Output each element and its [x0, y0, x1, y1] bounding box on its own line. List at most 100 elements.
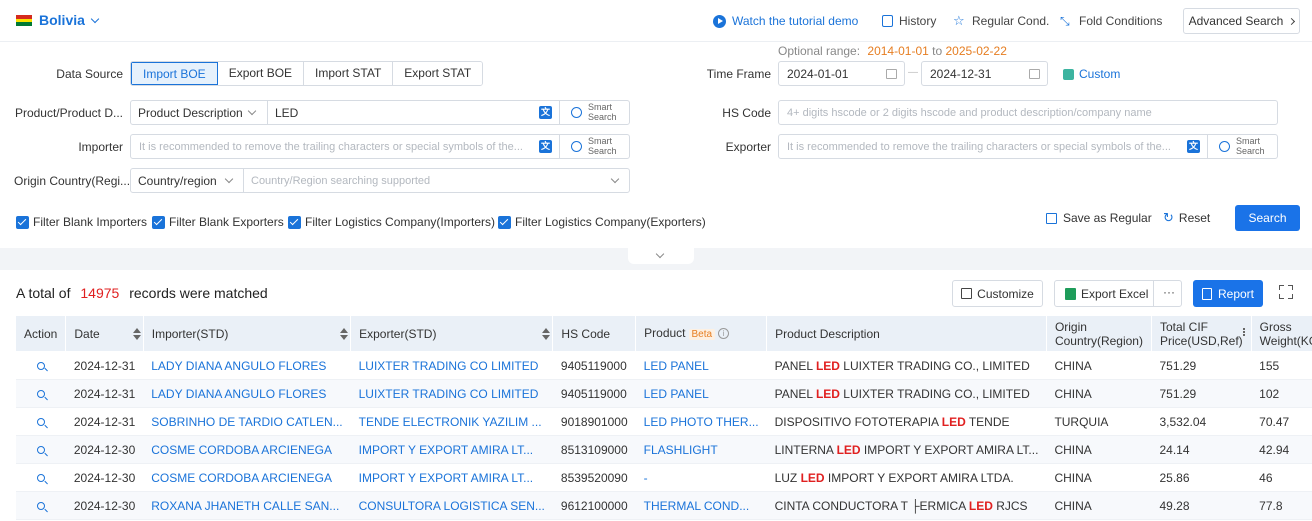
cell-total-cif: 25.86 [1151, 463, 1252, 492]
results-summary: A total of 14975 records were matched [16, 285, 268, 301]
cell-importer[interactable]: SOBRINHO DE TARDIO CATLEN... [143, 407, 351, 436]
row-view-cell [16, 379, 66, 408]
save-icon [1046, 212, 1057, 224]
bolivia-flag-icon [16, 15, 32, 26]
origin-type-select[interactable]: Country/region [131, 169, 244, 192]
col-importer[interactable]: Importer(STD) [143, 316, 352, 351]
export-excel-button[interactable]: Export Excel [1081, 287, 1148, 301]
keyword-highlight: LED [815, 387, 840, 401]
search-icon[interactable] [36, 502, 45, 510]
search-icon[interactable] [36, 418, 45, 426]
cell-description: LINTERNA LED IMPORT Y EXPORT AMIRA LT... [766, 435, 1047, 464]
importer-input[interactable]: It is recommended to remove the trailing… [139, 141, 534, 153]
search-icon [1219, 141, 1230, 152]
importer-label: Importer [78, 140, 123, 154]
advanced-search-button[interactable]: Advanced Search [1183, 8, 1300, 34]
filter-logistics-exporters-checkbox[interactable]: Filter Logistics Company(Exporters) [498, 215, 706, 229]
smart-search-button[interactable]: Smart Search [1236, 136, 1265, 156]
table-row: 2024-12-31 LADY DIANA ANGULO FLORES LUIXTE… [16, 379, 1312, 408]
exporter-label: Exporter [725, 140, 771, 154]
translate-icon[interactable]: 文 [539, 106, 552, 119]
product-field-select[interactable]: Product Description [131, 101, 268, 124]
filter-blank-exporters-checkbox[interactable]: Filter Blank Exporters [152, 215, 284, 229]
cell-product[interactable]: FLASHLIGHT [635, 435, 767, 464]
history-link[interactable]: History [882, 14, 936, 28]
origin-input[interactable]: Country/Region searching supported [251, 175, 591, 187]
smart-search-button[interactable]: Smart Search [588, 102, 617, 122]
cell-importer[interactable]: COSME CORDOBA ARCIENEGA [143, 435, 351, 464]
cell-hs-code: 9018901000 [552, 407, 636, 436]
custom-button[interactable]: Custom [1063, 67, 1120, 81]
cell-exporter[interactable]: IMPORT Y EXPORT AMIRA LT... [350, 435, 553, 464]
checkbox-checked-icon [498, 215, 511, 229]
time-separator: — [908, 67, 918, 78]
filter-logistics-importers-checkbox[interactable]: Filter Logistics Company(Importers) [288, 215, 495, 229]
cell-importer[interactable]: LADY DIANA ANGULO FLORES [143, 379, 351, 408]
tutorial-link[interactable]: Watch the tutorial demo [713, 14, 858, 28]
cell-total-cif: 751.29 [1151, 379, 1252, 408]
table-row: 2024-12-30 COSME CORDOBA ARCIENEGA IMPORT … [16, 463, 1312, 492]
search-icon [571, 107, 582, 118]
translate-icon[interactable]: 文 [539, 140, 552, 153]
cell-importer[interactable]: ROXANA JHANETH CALLE SAN... [143, 491, 351, 520]
keyword-highlight: LED [800, 471, 825, 485]
cell-product[interactable]: LED PANEL [635, 379, 767, 408]
data-source-import-boe[interactable]: Import BOE [131, 62, 218, 85]
cell-importer[interactable]: LADY DIANA ANGULO FLORES [143, 351, 351, 380]
fullscreen-icon[interactable] [1279, 285, 1293, 299]
info-icon[interactable]: i [718, 327, 730, 339]
cell-total-cif: 3,532.04 [1151, 407, 1252, 436]
search-icon[interactable] [36, 474, 45, 482]
cell-hs-code: 9405119000 [552, 379, 636, 408]
time-end-input[interactable]: 2024-12-31 [921, 61, 1048, 86]
col-exporter[interactable]: Exporter(STD) [350, 316, 554, 351]
keyword-highlight: LED [941, 415, 966, 429]
fold-conditions-link[interactable]: ⤡ Fold Conditions [1060, 14, 1162, 28]
more-options-button[interactable]: ··· [1163, 285, 1175, 299]
hs-code-input[interactable]: 4+ digits hscode or 2 digits hscode and … [778, 100, 1278, 125]
search-button[interactable]: Search [1235, 205, 1300, 231]
col-total-cif: Total CIF Price(USD,Ref) [1151, 316, 1252, 351]
regular-cond-link[interactable]: ☆ Regular Cond. [953, 14, 1049, 29]
data-source-import-stat[interactable]: Import STAT [304, 62, 394, 85]
cell-exporter[interactable]: LUIXTER TRADING CO LIMITED [350, 379, 553, 408]
cell-date: 2024-12-31 [65, 351, 144, 380]
time-start-input[interactable]: 2024-01-01 [778, 61, 905, 86]
cell-product[interactable]: THERMAL COND... [635, 491, 767, 520]
smart-search-button[interactable]: Smart Search [588, 136, 617, 156]
history-icon [882, 15, 893, 27]
col-date[interactable]: Date [65, 316, 144, 351]
checkbox-checked-icon [152, 215, 165, 229]
product-search-group: Product Description LED 文 Smart Search [130, 100, 630, 125]
filter-blank-importers-checkbox[interactable]: Filter Blank Importers [16, 215, 147, 229]
cell-product[interactable]: LED PHOTO THER... [635, 407, 767, 436]
cell-exporter[interactable]: TENDE ELECTRONIK YAZILIM ... [350, 407, 553, 436]
cell-date: 2024-12-30 [65, 463, 144, 492]
row-view-cell [16, 491, 66, 520]
cell-product[interactable]: LED PANEL [635, 351, 767, 380]
cell-exporter[interactable]: CONSULTORA LOGISTICA SEN... [350, 491, 553, 520]
product-input[interactable]: LED [275, 106, 298, 120]
cell-exporter[interactable]: IMPORT Y EXPORT AMIRA LT... [350, 463, 553, 492]
calendar-icon [886, 69, 897, 79]
exporter-input[interactable]: It is recommended to remove the trailing… [787, 141, 1182, 153]
country-selector[interactable]: Bolivia [39, 12, 100, 28]
cell-importer[interactable]: COSME CORDOBA ARCIENEGA [143, 463, 351, 492]
customize-button[interactable]: Customize [952, 280, 1043, 307]
report-button[interactable]: Report [1193, 280, 1263, 307]
collapse-toggle[interactable] [628, 248, 694, 264]
data-source-export-boe[interactable]: Export BOE [217, 62, 305, 85]
exporter-group: It is recommended to remove the trailing… [778, 134, 1278, 159]
translate-icon[interactable]: 文 [1187, 140, 1200, 153]
save-as-regular-button[interactable]: Save as Regular [1046, 211, 1152, 225]
cell-total-cif: 24.14 [1151, 435, 1252, 464]
beta-badge: Beta [688, 328, 716, 340]
search-icon[interactable] [36, 361, 45, 370]
column-menu-icon[interactable] [1242, 328, 1245, 330]
search-icon[interactable] [36, 446, 45, 454]
reset-button[interactable]: ↻ Reset [1163, 211, 1210, 225]
cell-exporter[interactable]: LUIXTER TRADING CO LIMITED [350, 351, 553, 380]
search-icon[interactable] [36, 390, 45, 398]
cell-product[interactable]: - [635, 463, 767, 492]
data-source-export-stat[interactable]: Export STAT [393, 62, 483, 85]
